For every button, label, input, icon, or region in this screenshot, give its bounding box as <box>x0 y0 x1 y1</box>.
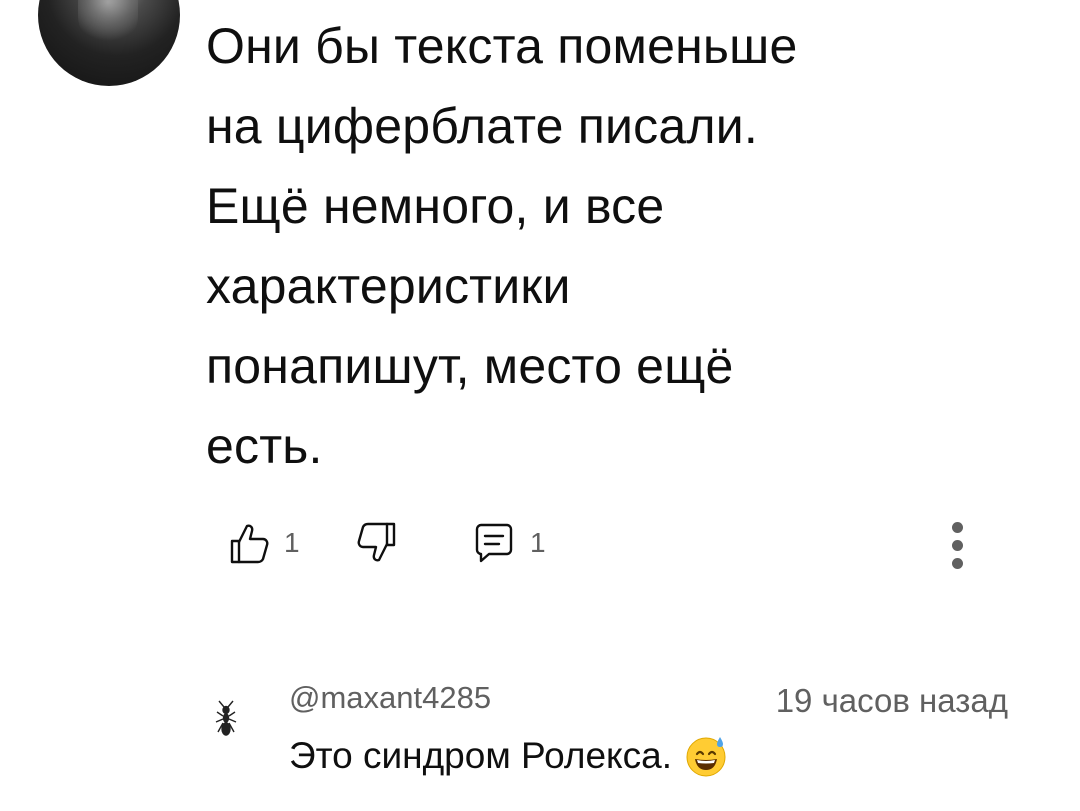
more-vert-icon <box>952 540 963 551</box>
reply-avatar[interactable] <box>206 696 246 744</box>
like-button[interactable]: 1 <box>228 518 300 568</box>
comment-actions: 1 1 <box>222 518 1022 568</box>
comment-text: Они бы текста поменьше на циферблате пис… <box>206 18 798 474</box>
reply-timestamp: 19 часов назад <box>775 682 1008 719</box>
comment-icon <box>472 521 516 565</box>
reply-body: Это синдром Ролекса. <box>289 734 728 778</box>
reply-button[interactable]: 1 <box>472 518 546 568</box>
reply-count: 1 <box>530 527 546 558</box>
commenter-avatar[interactable] <box>38 0 180 86</box>
more-vert-icon <box>952 522 963 533</box>
more-vert-icon <box>952 558 963 569</box>
grinning-sweat-emoji <box>684 734 728 778</box>
more-options-button[interactable] <box>938 522 978 572</box>
dislike-button[interactable] <box>356 518 398 568</box>
ant-avatar-icon <box>215 700 237 736</box>
thumb-up-icon <box>228 521 270 565</box>
like-count: 1 <box>284 527 300 558</box>
reply-text: Это синдром Ролекса. <box>289 735 672 776</box>
thumb-down-icon <box>356 521 398 565</box>
reply-username[interactable]: @maxant4285 <box>289 680 491 716</box>
